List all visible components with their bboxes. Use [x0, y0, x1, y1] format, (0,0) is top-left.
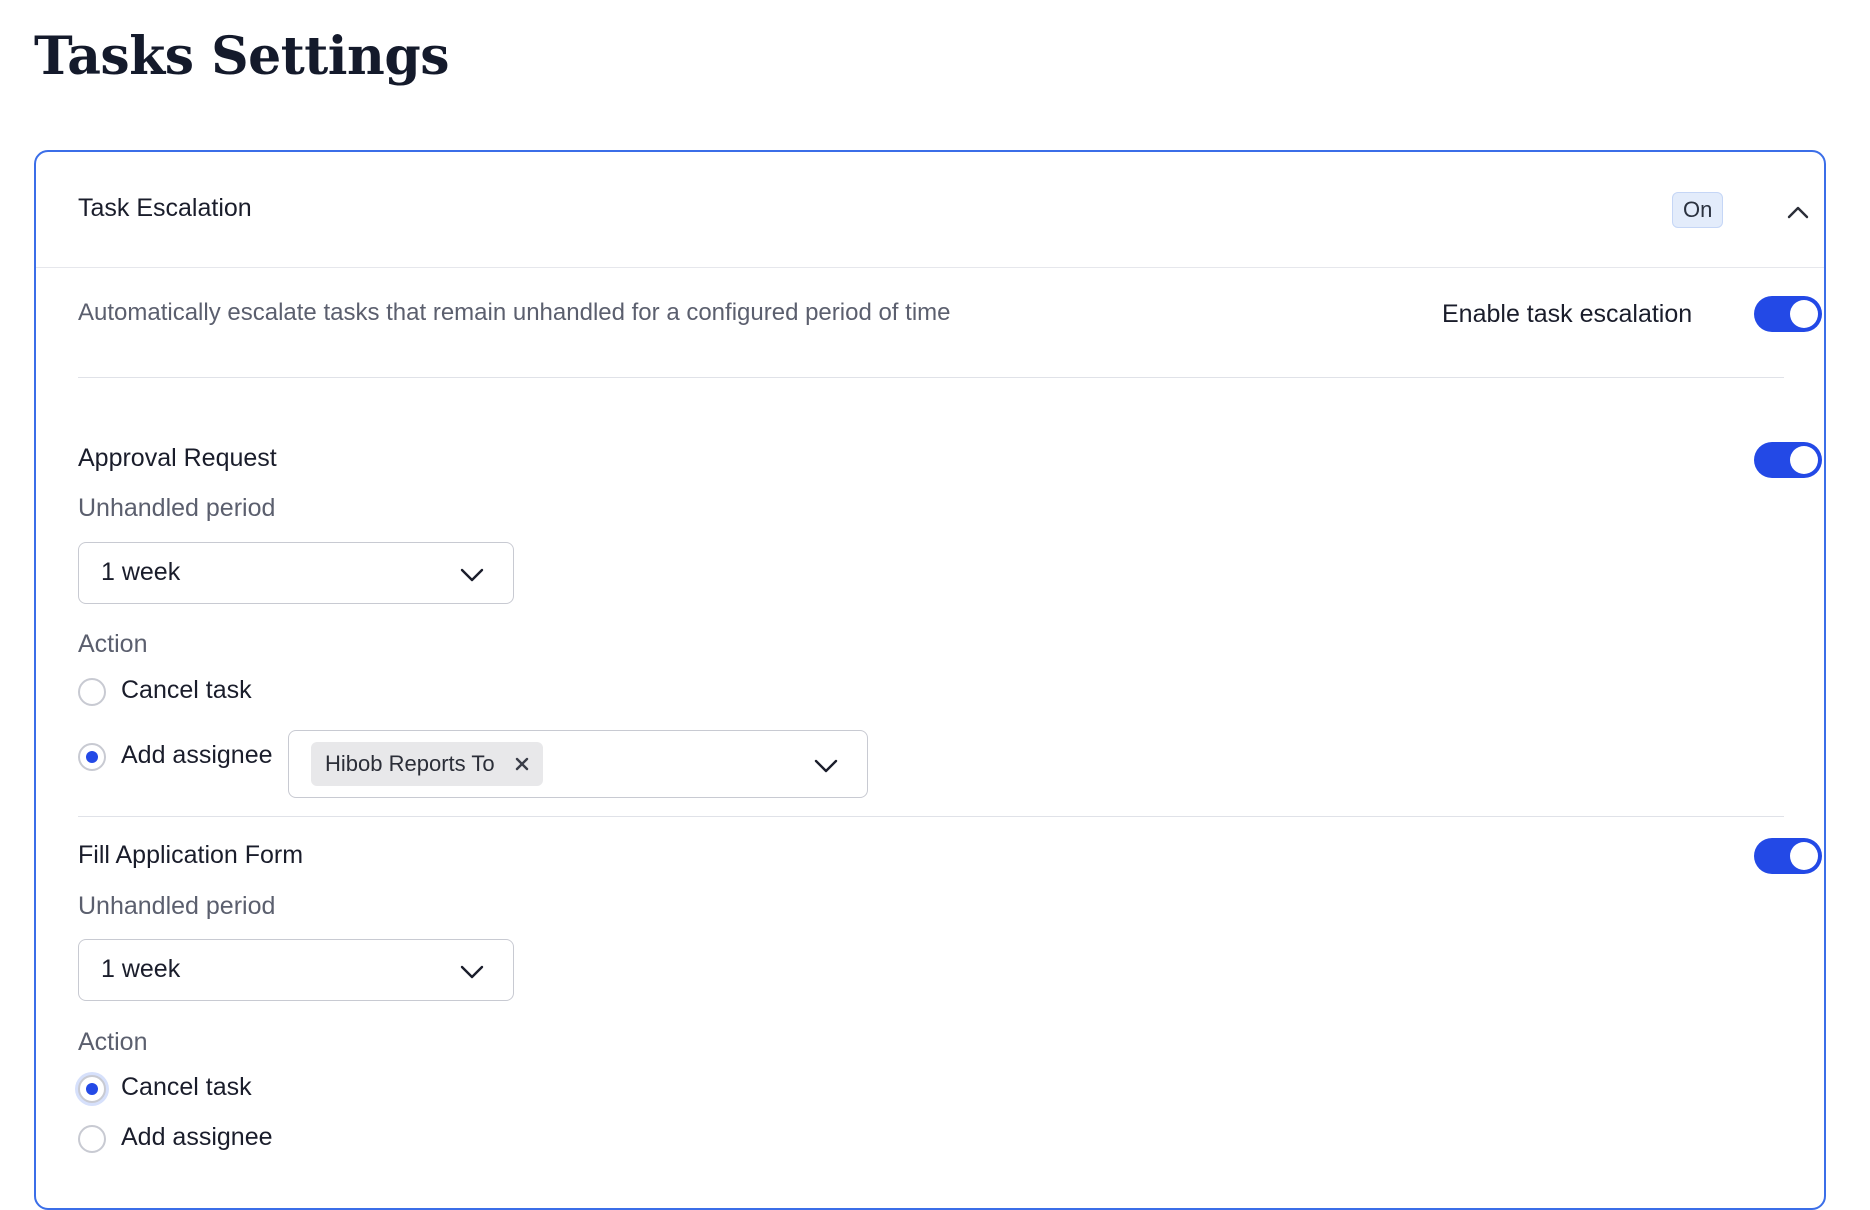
status-badge: On — [1672, 192, 1724, 228]
assignee-chip: Hibob Reports To — [311, 742, 543, 786]
radio-label: Cancel task — [121, 676, 252, 704]
task-escalation-card: Task Escalation On Automatically escalat… — [34, 150, 1826, 1210]
radio-button[interactable] — [78, 1125, 106, 1153]
unhandled-period-select[interactable]: 1 week — [78, 939, 514, 1001]
toggle-knob — [1790, 300, 1818, 328]
card-title: Task Escalation — [78, 194, 252, 222]
section-title-fill-application-form: Fill Application Form — [78, 841, 304, 869]
unhandled-period-select[interactable]: 1 week — [78, 542, 514, 604]
close-icon[interactable] — [513, 755, 531, 773]
toggle-knob — [1790, 842, 1818, 870]
approval-request-toggle[interactable] — [1754, 442, 1822, 478]
unhandled-period-label: Unhandled period — [78, 892, 276, 920]
page-title: Tasks Settings — [34, 26, 449, 87]
chevron-down-icon — [460, 568, 484, 582]
radio-label: Add assignee — [121, 1123, 273, 1151]
toggle-knob — [1790, 446, 1818, 474]
radio-button[interactable] — [78, 1075, 106, 1103]
assignee-chip-label: Hibob Reports To — [325, 751, 495, 776]
enable-escalation-label: Enable task escalation — [1442, 300, 1693, 328]
chevron-down-icon — [460, 965, 484, 979]
action-label: Action — [78, 1028, 148, 1056]
unhandled-period-label: Unhandled period — [78, 494, 276, 522]
radio-button[interactable] — [78, 678, 106, 706]
unhandled-period-value: 1 week — [101, 558, 181, 586]
action-label: Action — [78, 630, 148, 658]
radio-label: Add assignee — [121, 741, 273, 769]
assignee-select[interactable]: Hibob Reports To — [288, 730, 868, 798]
chevron-up-icon — [1787, 206, 1809, 219]
chevron-down-icon — [814, 759, 838, 773]
radio-button[interactable] — [78, 743, 106, 771]
unhandled-period-value: 1 week — [101, 955, 181, 983]
escalation-description: Automatically escalate tasks that remain… — [78, 299, 951, 326]
radio-label: Cancel task — [121, 1073, 252, 1101]
fill-application-form-toggle[interactable] — [1754, 838, 1822, 874]
collapse-button[interactable] — [1780, 194, 1816, 230]
divider — [78, 816, 1784, 817]
divider — [78, 377, 1784, 378]
section-title-approval-request: Approval Request — [78, 444, 277, 472]
enable-escalation-toggle[interactable] — [1754, 296, 1822, 332]
card-header[interactable]: Task Escalation On — [36, 152, 1824, 268]
